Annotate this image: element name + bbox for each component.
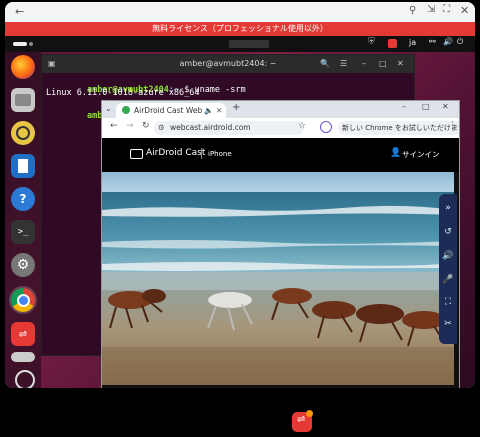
network-icon[interactable]: ⚯ bbox=[429, 37, 436, 46]
url-text: webcast.airdroid.com bbox=[170, 123, 251, 132]
new-tab-icon[interactable]: ▣ bbox=[48, 55, 56, 73]
tab-title: AirDroid Cast Web bbox=[134, 106, 203, 115]
files-icon[interactable] bbox=[11, 88, 35, 112]
back-icon[interactable]: ← bbox=[110, 121, 118, 131]
close-icon[interactable]: ✕ bbox=[460, 4, 469, 17]
signin-link[interactable]: サインイン bbox=[402, 149, 440, 160]
audio-icon[interactable]: 🔈 bbox=[204, 103, 213, 118]
new-tab-button[interactable]: + bbox=[232, 102, 240, 113]
maximize-icon[interactable]: □ bbox=[422, 102, 430, 111]
input-lang[interactable]: ja bbox=[409, 38, 416, 47]
activities-indicator[interactable] bbox=[13, 42, 27, 46]
terminal-line-2: Linux 6.11.0-1018-azure x86_64 bbox=[46, 88, 200, 98]
pin-icon[interactable]: ⚲ bbox=[409, 5, 416, 16]
airdroid-cast-icon[interactable]: ⇌ bbox=[11, 322, 35, 346]
remote-control-window: ← ⚲ ⇲ ⛶ ✕ 無料ライセンス（プロフェッショナル使用以外） ⛨ ja ⚯ … bbox=[5, 2, 475, 388]
minimize-icon[interactable]: – bbox=[402, 102, 406, 111]
notification-dot bbox=[306, 410, 313, 417]
menu-icon[interactable]: ☰ bbox=[340, 55, 347, 73]
terminal-titlebar: amber@avmubt2404: ~ ▣ 🔍 ☰ – □ ✕ bbox=[42, 55, 414, 73]
back-arrow-icon[interactable]: ← bbox=[15, 5, 24, 18]
cast-logo-icon bbox=[130, 149, 143, 159]
license-banner: 無料ライセンス（プロフェッショナル使用以外） bbox=[5, 22, 475, 36]
maximize-icon[interactable]: □ bbox=[379, 55, 387, 73]
settings-icon[interactable]: ⚙ bbox=[11, 253, 35, 277]
trash-icon[interactable] bbox=[11, 352, 35, 362]
ubuntu-desktop: ⛨ ja ⚯ 🔊 ⏻ ? >_ ⚙ ⇌ amber@avmubt2404: ~ … bbox=[5, 36, 475, 388]
airdroid-glyph-icon: ⇌ bbox=[297, 414, 306, 425]
chrome-window[interactable]: ⌄ AirDroid Cast Web 🔈 ✕ + – □ ✕ ← → ↻ ⚙ … bbox=[101, 100, 460, 388]
address-bar[interactable]: ⚙ webcast.airdroid.com bbox=[154, 121, 304, 135]
search-icon[interactable]: 🔍 bbox=[320, 55, 330, 73]
close-icon[interactable]: ✕ bbox=[397, 55, 404, 73]
tab-search-icon[interactable]: ⌄ bbox=[105, 104, 112, 113]
ubuntu-top-bar: ⛨ ja ⚯ 🔊 ⏻ bbox=[5, 36, 475, 52]
tab-airdroid-cast[interactable]: AirDroid Cast Web 🔈 ✕ bbox=[116, 103, 226, 118]
cast-control-panel: » ↺ 🔊 🎤 ⛶ ✂ bbox=[439, 194, 457, 344]
tab-favicon bbox=[122, 106, 130, 114]
close-icon[interactable]: ✕ bbox=[442, 102, 449, 111]
fullscreen-icon[interactable]: ⛶ bbox=[442, 296, 454, 308]
logo-divider bbox=[201, 148, 202, 159]
bookmark-star-icon[interactable]: ☆ bbox=[298, 121, 306, 131]
chrome-icon[interactable] bbox=[9, 286, 37, 314]
writer-icon[interactable] bbox=[11, 154, 35, 178]
chrome-toolbar: ← → ↻ ⚙ webcast.airdroid.com ☆ 新しい Chrom… bbox=[102, 118, 459, 139]
terminal-icon[interactable]: >_ bbox=[11, 220, 35, 244]
help-icon[interactable]: ? bbox=[11, 187, 35, 211]
page-content: AirDroid Cast iPhone 👤 サインイン » ↺ 🔊 🎤 ⛶ ✂ bbox=[102, 138, 459, 388]
new-chrome-notice[interactable]: 新しい Chrome をお試しいただけます bbox=[338, 121, 459, 135]
shield-icon[interactable]: ⛨ bbox=[368, 37, 375, 47]
clock-area[interactable] bbox=[229, 40, 269, 48]
activities-dot bbox=[29, 42, 33, 46]
power-icon[interactable]: ⏻ bbox=[457, 37, 463, 47]
remote-window-titlebar: ← ⚲ ⇲ ⛶ ✕ bbox=[5, 2, 475, 22]
reload-icon[interactable]: ↻ bbox=[142, 121, 150, 131]
cast-video[interactable] bbox=[102, 172, 454, 385]
volume-icon[interactable]: 🔊 bbox=[443, 37, 453, 46]
chrome-menu-icon[interactable]: ⋮ bbox=[448, 121, 457, 131]
ubuntu-dock: ? >_ ⚙ ⇌ bbox=[5, 52, 41, 388]
tab-close-icon[interactable]: ✕ bbox=[216, 103, 222, 118]
airdroid-cast-header: AirDroid Cast iPhone 👤 サインイン bbox=[102, 138, 459, 172]
device-label: iPhone bbox=[208, 150, 232, 158]
forward-icon[interactable]: → bbox=[126, 121, 134, 131]
firefox-icon[interactable] bbox=[11, 55, 35, 79]
terminal-title: amber@avmubt2404: ~ bbox=[179, 59, 277, 68]
beach-horses-scene bbox=[102, 172, 454, 385]
rhythmbox-icon[interactable] bbox=[11, 121, 35, 145]
apps-grid-icon[interactable] bbox=[15, 370, 35, 388]
chrome-tab-strip: ⌄ AirDroid Cast Web 🔈 ✕ + – □ ✕ bbox=[102, 101, 459, 118]
fullscreen-icon[interactable]: ⛶ bbox=[443, 4, 450, 15]
airdroid-icon[interactable] bbox=[388, 39, 397, 48]
site-info-icon[interactable]: ⚙ bbox=[158, 121, 165, 135]
airdroid-taskbar-icon[interactable]: ⇌ bbox=[292, 410, 313, 432]
volume-icon[interactable]: 🔊 bbox=[442, 250, 454, 262]
profile-icon[interactable] bbox=[320, 121, 332, 133]
minimize-icon[interactable]: – bbox=[362, 55, 366, 73]
mic-off-icon[interactable]: 🎤 bbox=[442, 274, 454, 286]
user-icon[interactable]: 👤 bbox=[390, 148, 401, 158]
rotate-icon[interactable]: ↺ bbox=[442, 226, 454, 238]
airdroid-cast-logo: AirDroid Cast bbox=[146, 148, 206, 158]
collapse-icon[interactable]: » bbox=[442, 202, 454, 214]
minimize-to-corner-icon[interactable]: ⇲ bbox=[427, 4, 435, 15]
disconnect-icon[interactable]: ✂ bbox=[442, 318, 454, 330]
